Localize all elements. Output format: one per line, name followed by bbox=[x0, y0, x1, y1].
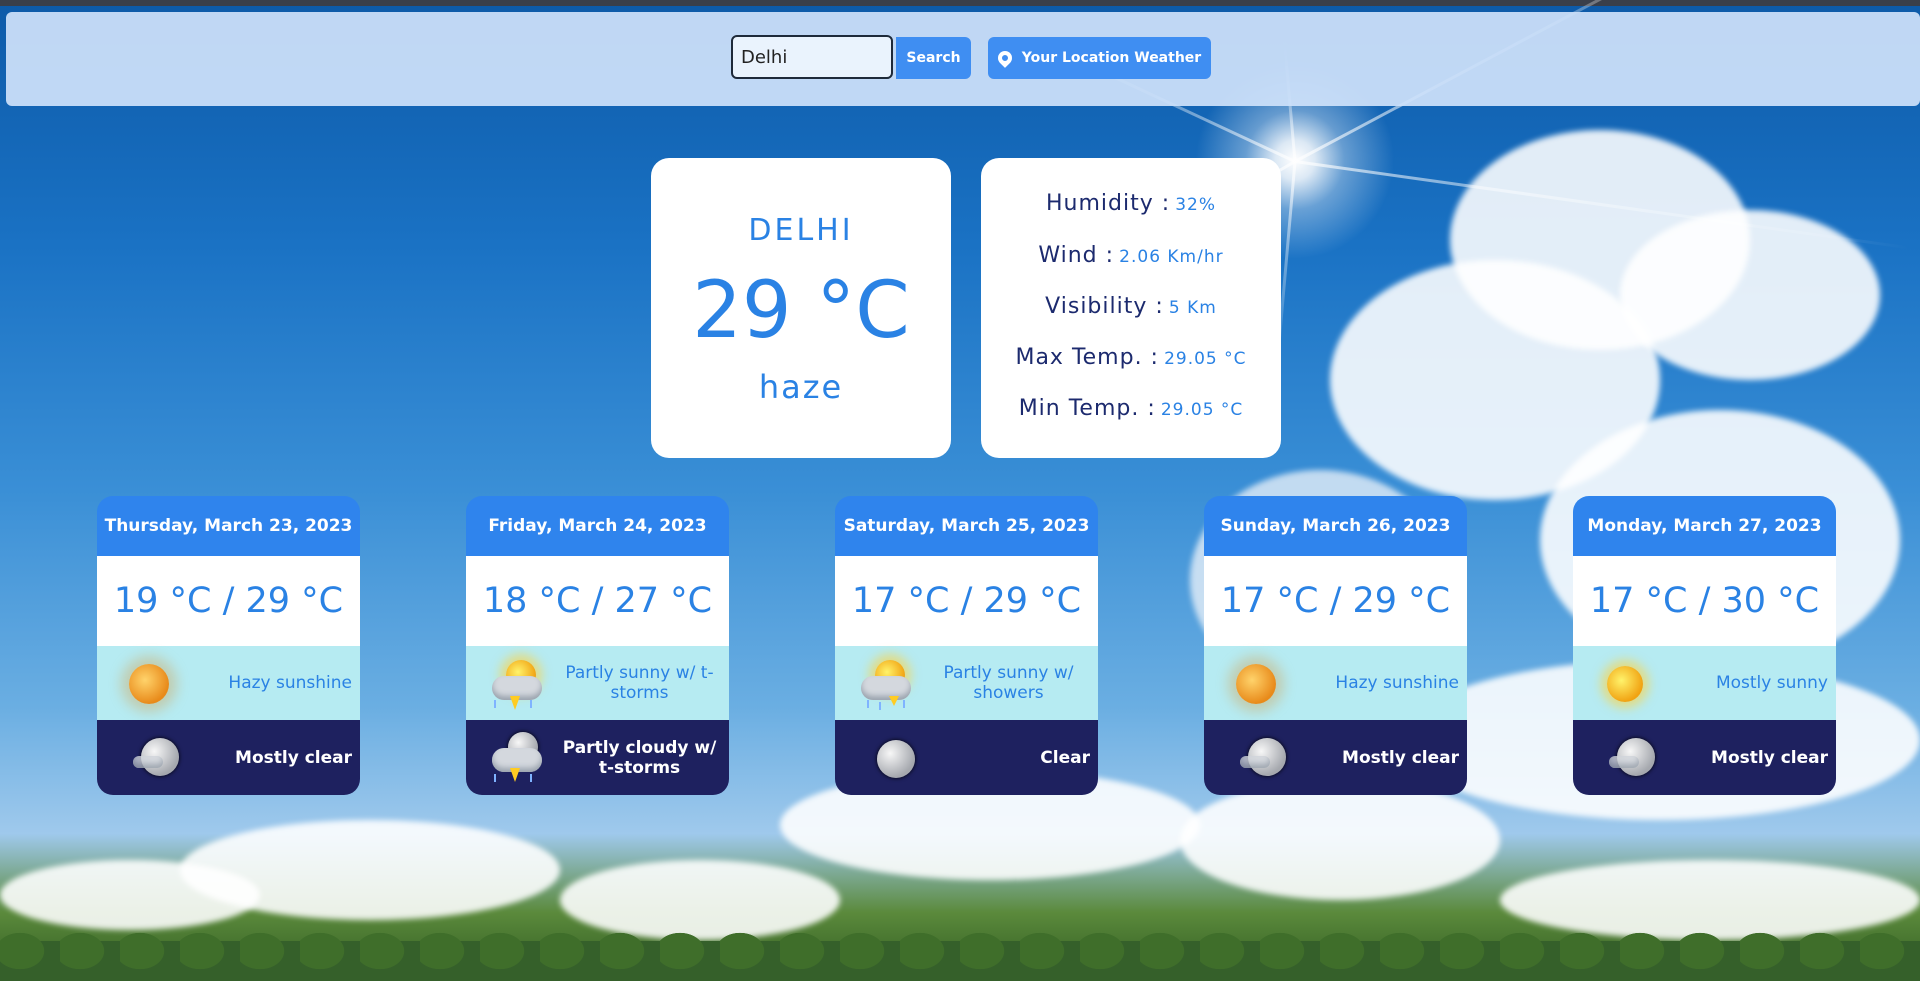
mostly-clear-moon-icon bbox=[111, 728, 181, 786]
mostly-clear-moon-icon bbox=[1587, 728, 1657, 786]
forecast-night: Mostly clear bbox=[1573, 720, 1836, 795]
forecast-day-text: Partly sunny w/ showers bbox=[943, 663, 1074, 703]
forecast-card: Thursday, March 23, 2023 19 °C / 29 °C H… bbox=[97, 496, 360, 795]
cloud bbox=[560, 860, 840, 940]
sun-ray bbox=[1294, 160, 1910, 250]
partly-sunny-tstorm-icon bbox=[480, 654, 550, 712]
detail-value: 32% bbox=[1175, 195, 1217, 215]
forecast-date: Sunday, March 26, 2023 bbox=[1204, 496, 1467, 556]
cloud bbox=[180, 820, 560, 920]
partly-sunny-showers-icon bbox=[849, 654, 919, 712]
detail-label: Max Temp. : bbox=[1015, 345, 1159, 370]
detail-label: Min Temp. : bbox=[1018, 396, 1156, 421]
mostly-clear-moon-icon bbox=[1218, 728, 1288, 786]
search-header: Search Your Location Weather bbox=[6, 12, 1920, 106]
detail-wind: Wind : 2.06 Km/hr bbox=[981, 243, 1281, 268]
search-input[interactable] bbox=[731, 35, 893, 79]
weather-details-card: Humidity : 32% Wind : 2.06 Km/hr Visibil… bbox=[981, 158, 1281, 458]
forecast-day-text: Mostly sunny bbox=[1715, 673, 1828, 693]
forecast-temps: 17 °C / 29 °C bbox=[1204, 556, 1467, 646]
forecast-card: Monday, March 27, 2023 17 °C / 30 °C Mos… bbox=[1573, 496, 1836, 795]
detail-label: Wind : bbox=[1038, 243, 1115, 268]
hazy-sun-icon bbox=[111, 654, 181, 712]
forecast-night: Clear bbox=[835, 720, 1098, 795]
clear-moon-icon bbox=[849, 728, 919, 786]
hazy-sun-icon bbox=[1218, 654, 1288, 712]
forecast-temps: 18 °C / 27 °C bbox=[466, 556, 729, 646]
sky-background bbox=[0, 0, 1920, 981]
detail-max-temp: Max Temp. : 29.05 °C bbox=[981, 345, 1281, 370]
detail-label: Visibility : bbox=[1045, 294, 1164, 319]
current-temperature: 29 °C bbox=[692, 266, 910, 356]
cloud bbox=[1330, 260, 1660, 500]
forecast-night-text: Mostly clear bbox=[1342, 747, 1459, 768]
cloud bbox=[0, 860, 260, 930]
top-strip bbox=[0, 0, 1920, 6]
forecast-temps: 17 °C / 29 °C bbox=[835, 556, 1098, 646]
forecast-night: Mostly clear bbox=[1204, 720, 1467, 795]
forecast-date: Monday, March 27, 2023 bbox=[1573, 496, 1836, 556]
forecast-card: Sunday, March 26, 2023 17 °C / 29 °C Haz… bbox=[1204, 496, 1467, 795]
tree-line bbox=[0, 941, 1920, 981]
detail-min-temp: Min Temp. : 29.05 °C bbox=[981, 396, 1281, 421]
detail-value: 5 Km bbox=[1168, 298, 1217, 318]
cloud bbox=[1620, 210, 1880, 380]
partly-cloudy-tstorm-icon bbox=[480, 728, 550, 786]
forecast-day: Hazy sunshine bbox=[1204, 646, 1467, 720]
detail-value: 29.05 °C bbox=[1164, 349, 1247, 369]
forecast-day-text: Partly sunny w/ t-storms bbox=[565, 663, 714, 703]
detail-value: 29.05 °C bbox=[1160, 400, 1244, 420]
mostly-sunny-icon bbox=[1587, 654, 1657, 712]
forecast-card: Friday, March 24, 2023 18 °C / 27 °C Par… bbox=[466, 496, 729, 795]
detail-humidity: Humidity : 32% bbox=[981, 191, 1281, 216]
forecast-day: Hazy sunshine bbox=[97, 646, 360, 720]
forecast-night-text: Mostly clear bbox=[1711, 747, 1828, 768]
search-button[interactable]: Search bbox=[896, 37, 971, 79]
forecast-date: Saturday, March 25, 2023 bbox=[835, 496, 1098, 556]
current-weather-card: DELHI 29 °C haze bbox=[651, 158, 951, 458]
forecast-day: Mostly sunny bbox=[1573, 646, 1836, 720]
forecast-temps: 19 °C / 29 °C bbox=[97, 556, 360, 646]
current-condition: haze bbox=[758, 368, 844, 406]
cloud bbox=[1450, 130, 1750, 350]
forecast-date: Thursday, March 23, 2023 bbox=[97, 496, 360, 556]
detail-label: Humidity : bbox=[1045, 191, 1171, 216]
forecast-night-text: Partly cloudy w/ t-storms bbox=[562, 737, 717, 778]
forecast-date: Friday, March 24, 2023 bbox=[466, 496, 729, 556]
location-weather-button[interactable]: Your Location Weather bbox=[988, 37, 1211, 79]
forecast-night-text: Clear bbox=[1040, 747, 1090, 768]
detail-value: 2.06 Km/hr bbox=[1119, 247, 1224, 267]
forecast-night: Partly cloudy w/ t-storms bbox=[466, 720, 729, 795]
forecast-day-text: Hazy sunshine bbox=[1335, 673, 1459, 693]
forecast-temps: 17 °C / 30 °C bbox=[1573, 556, 1836, 646]
forecast-night-text: Mostly clear bbox=[235, 747, 352, 768]
forecast-day: Partly sunny w/ showers bbox=[835, 646, 1098, 720]
forecast-night: Mostly clear bbox=[97, 720, 360, 795]
forecast-day: Partly sunny w/ t-storms bbox=[466, 646, 729, 720]
location-pin-icon bbox=[994, 48, 1015, 68]
city-name: DELHI bbox=[748, 213, 854, 248]
cloud bbox=[1500, 860, 1920, 940]
detail-visibility: Visibility : 5 Km bbox=[981, 294, 1281, 319]
tree-line bbox=[0, 911, 1920, 981]
cloud bbox=[1180, 780, 1500, 900]
forecast-card: Saturday, March 25, 2023 17 °C / 29 °C P… bbox=[835, 496, 1098, 795]
location-weather-label: Your Location Weather bbox=[1021, 50, 1202, 66]
forecast-day-text: Hazy sunshine bbox=[228, 673, 352, 693]
